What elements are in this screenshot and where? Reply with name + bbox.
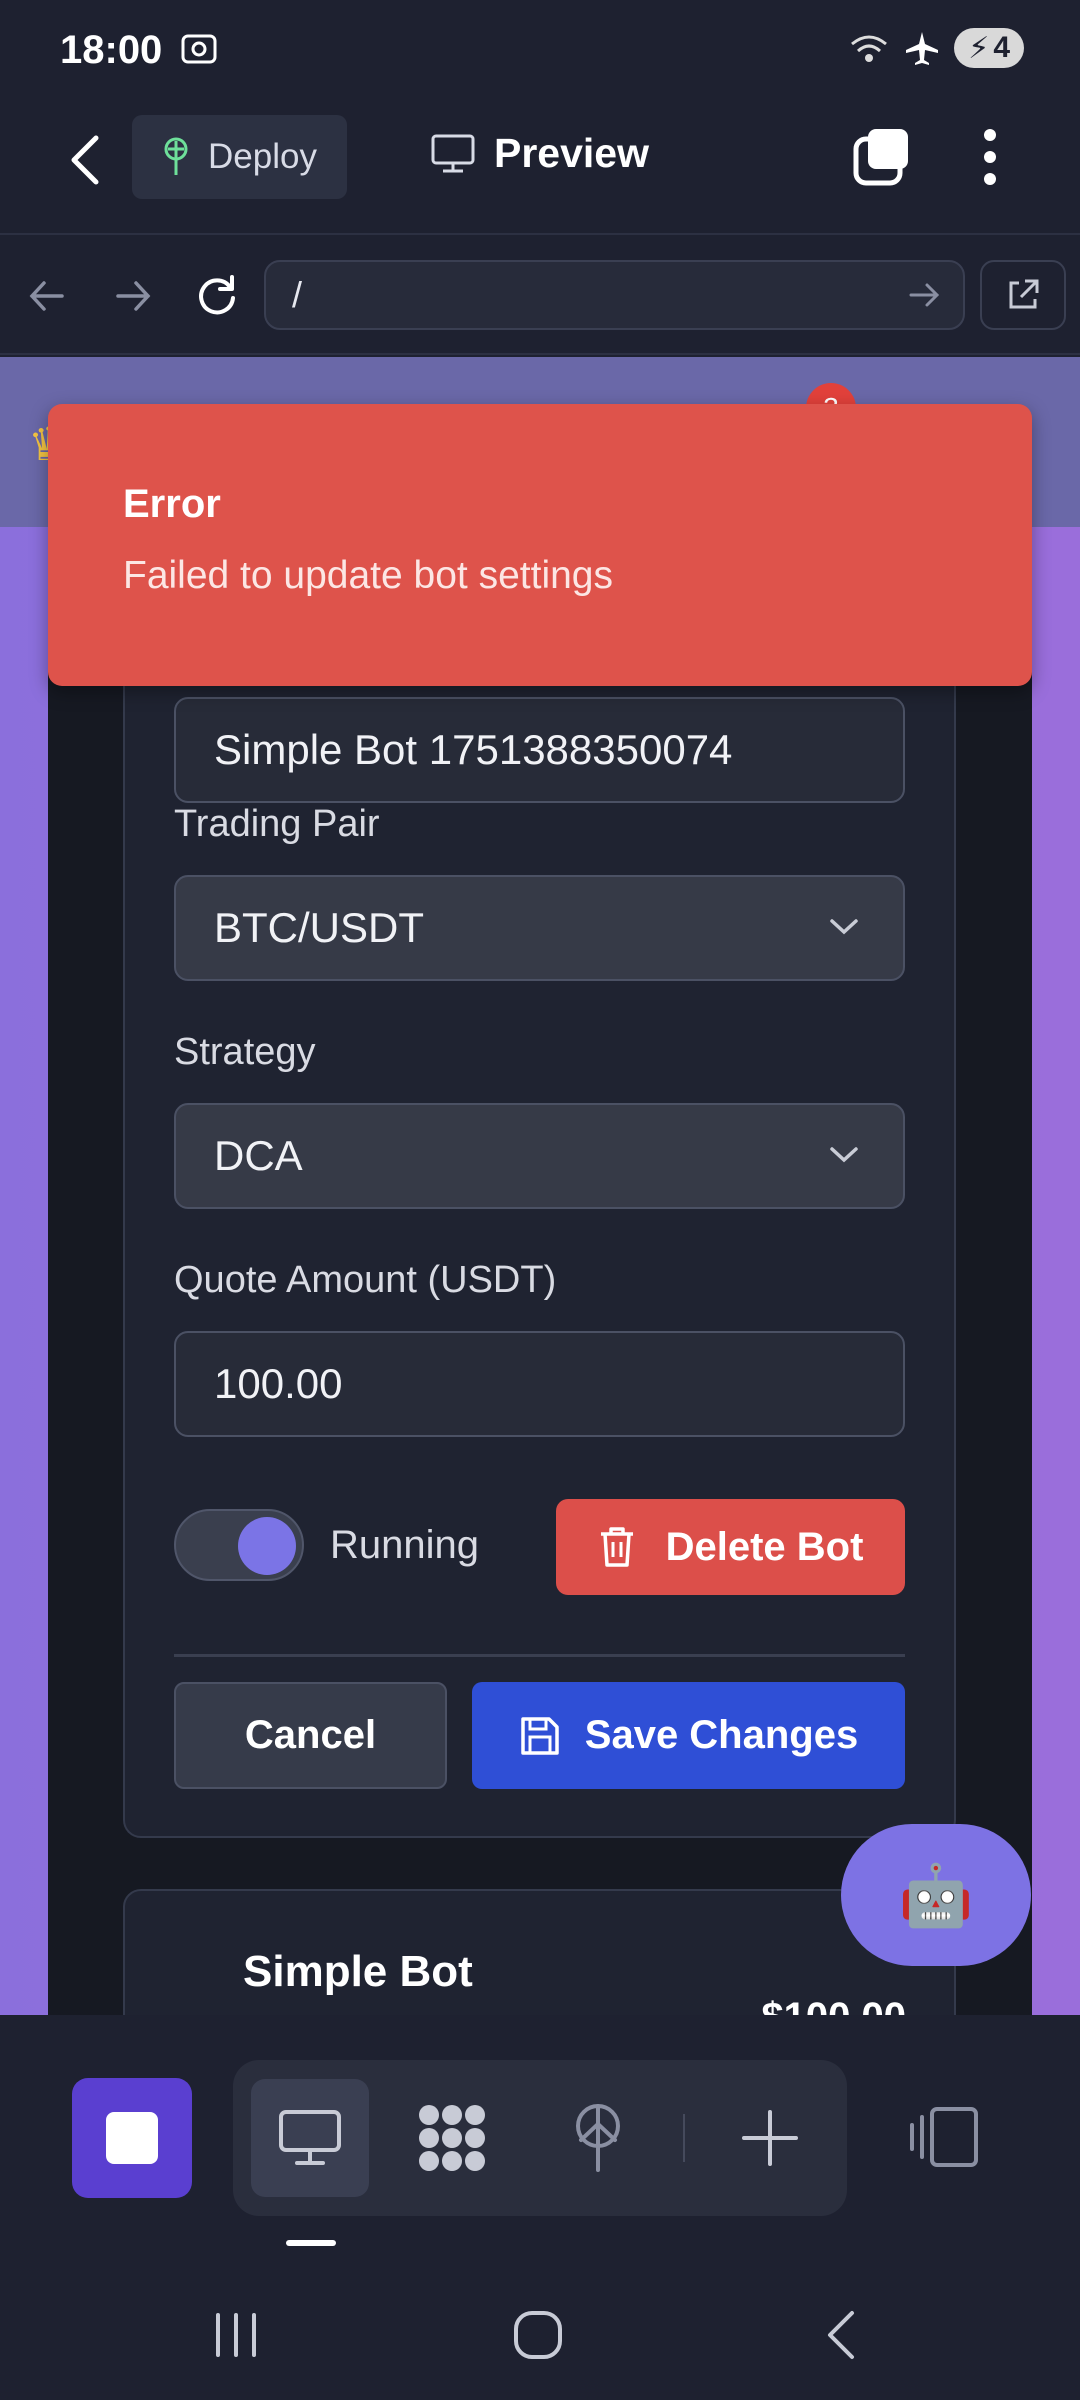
airplane-icon — [906, 32, 939, 65]
strategy-select[interactable]: DCA — [174, 1103, 905, 1209]
tool-separator — [683, 2114, 685, 2162]
browser-forward-icon[interactable] — [108, 271, 158, 321]
trading-pair-select[interactable]: BTC/USDT — [174, 875, 905, 981]
monitor-icon — [431, 134, 475, 172]
charging-icon: ⚡ — [968, 31, 990, 65]
monitor-icon — [279, 2110, 341, 2165]
browser-bar: / — [0, 237, 1080, 355]
bot-card-amount: $100.00 — [761, 1995, 906, 2015]
app-header: Deploy Preview — [0, 100, 1080, 235]
trading-pair-value: BTC/USDT — [214, 904, 424, 951]
toast-message: Failed to update bot settings — [123, 554, 613, 597]
trading-pair-label: Trading Pair — [174, 803, 380, 845]
running-toggle[interactable] — [174, 1509, 304, 1581]
more-menu-icon[interactable] — [970, 125, 1010, 189]
chevron-down-icon — [830, 919, 858, 935]
battery-level: 4 — [993, 31, 1010, 64]
tool-deploy[interactable] — [539, 2079, 657, 2197]
delete-bot-label: Delete Bot — [665, 1524, 864, 1569]
cancel-label: Cancel — [244, 1713, 377, 1757]
bot-name-input[interactable]: Simple Bot 1751388350074 — [174, 697, 905, 803]
deploy-icon — [576, 2104, 620, 2172]
cancel-button[interactable]: Cancel — [174, 1682, 447, 1789]
deploy-button[interactable]: Deploy — [132, 115, 347, 199]
stop-button[interactable] — [72, 2078, 192, 2198]
quote-amount-value: 100.00 — [214, 1360, 343, 1407]
save-changes-label: Save Changes — [584, 1713, 859, 1757]
toggle-knob — [238, 1517, 296, 1575]
home-icon[interactable] — [508, 2305, 568, 2365]
system-back-icon[interactable] — [812, 2305, 872, 2365]
wifi-icon — [851, 35, 888, 62]
status-indicators: ⚡ 4 — [848, 28, 1024, 68]
toast-title: Error — [123, 482, 221, 526]
screen-record-icon — [181, 34, 217, 64]
recents-icon[interactable] — [206, 2305, 266, 2365]
bottom-toolbar — [0, 2015, 1080, 2265]
bot-name-value: Simple Bot 1751388350074 — [214, 726, 733, 773]
tool-preview[interactable] — [251, 2079, 369, 2197]
reload-icon[interactable] — [192, 271, 242, 321]
quote-amount-input[interactable]: 100.00 — [174, 1331, 905, 1437]
preview-tab[interactable]: Preview — [430, 130, 649, 177]
active-tab-indicator — [286, 2240, 336, 2246]
tool-add[interactable] — [711, 2079, 829, 2197]
battery-indicator: ⚡ 4 — [954, 28, 1024, 68]
form-divider — [174, 1654, 905, 1657]
system-navigation — [0, 2265, 1080, 2400]
trash-icon — [600, 1527, 633, 1567]
url-input[interactable]: / — [264, 260, 965, 330]
bot-card-name: Simple Bot — [243, 1947, 473, 1996]
browser-back-icon[interactable] — [22, 271, 72, 321]
strategy-value: DCA — [214, 1132, 303, 1179]
integrations-icon — [419, 2105, 485, 2171]
deploy-label: Deploy — [208, 137, 317, 176]
tool-group — [233, 2060, 847, 2216]
stop-icon — [106, 2112, 158, 2164]
external-link-icon — [1009, 279, 1039, 309]
status-bar: 18:00 ⚡ 4 — [0, 0, 1080, 100]
error-toast[interactable]: Error Failed to update bot settings — [48, 404, 1032, 686]
back-icon[interactable] — [60, 130, 110, 190]
save-changes-button[interactable]: Save Changes — [472, 1682, 905, 1789]
tool-integrations[interactable] — [393, 2079, 511, 2197]
delete-bot-button[interactable]: Delete Bot — [556, 1499, 905, 1595]
device-layout-icon[interactable] — [908, 2105, 980, 2169]
status-time: 18:00 — [60, 28, 163, 72]
robot-icon: 🤖 — [898, 1861, 974, 1929]
open-external-button[interactable] — [980, 260, 1066, 330]
deploy-icon — [164, 137, 188, 175]
quote-amount-label: Quote Amount (USDT) — [174, 1259, 557, 1301]
plus-icon — [742, 2110, 798, 2166]
url-text: / — [292, 274, 303, 315]
bot-card[interactable]: Simple Bot $100.00 — [123, 1889, 956, 2015]
tabs-icon[interactable] — [852, 127, 912, 187]
robot-assistant-button[interactable]: 🤖 — [841, 1824, 1031, 1966]
chevron-down-icon — [830, 1147, 858, 1163]
page-title: Preview — [494, 130, 649, 176]
running-label: Running — [330, 1523, 480, 1567]
save-icon — [521, 1716, 559, 1755]
strategy-label: Strategy — [174, 1031, 316, 1073]
go-arrow-icon[interactable] — [907, 278, 941, 312]
